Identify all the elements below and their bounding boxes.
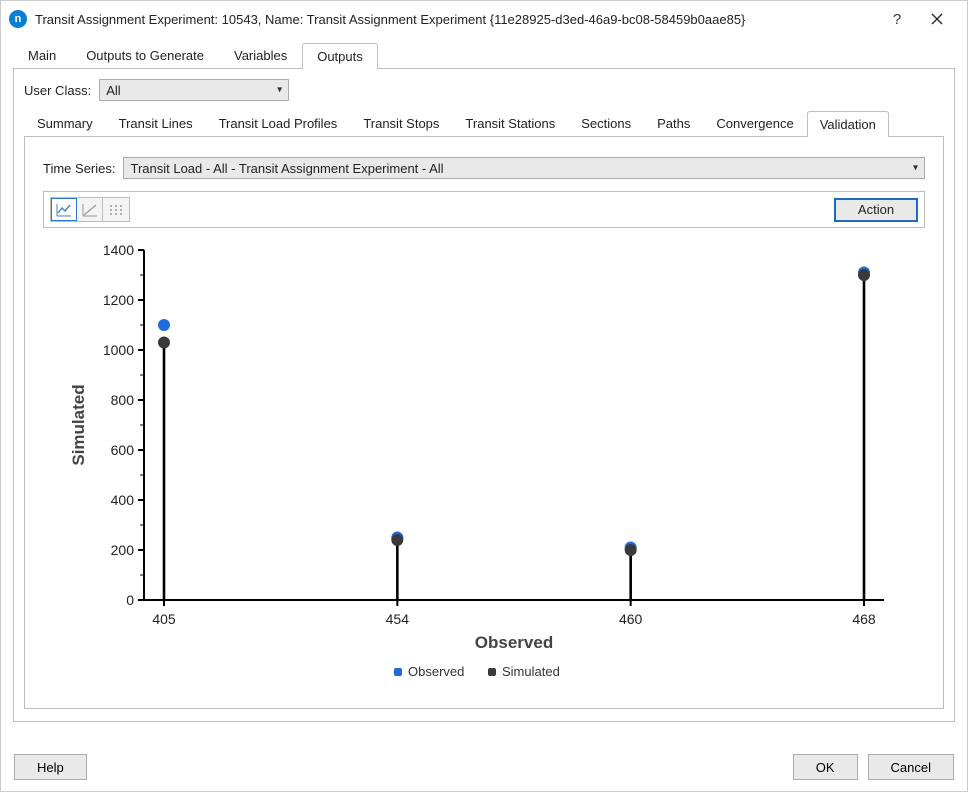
svg-text:1400: 1400	[103, 242, 134, 258]
user-class-value: All	[106, 83, 120, 98]
time-series-select[interactable]: Transit Load - All - Transit Assignment …	[123, 157, 925, 179]
window-title: Transit Assignment Experiment: 10543, Na…	[35, 12, 877, 27]
chart-view-grid-button[interactable]	[103, 198, 129, 221]
inner-tab-transit-lines[interactable]: Transit Lines	[106, 110, 206, 136]
dialog-button-bar: Help OK Cancel	[0, 742, 968, 792]
chart-view-line-button[interactable]	[51, 198, 77, 221]
svg-text:Simulated: Simulated	[69, 384, 88, 465]
inner-tab-transit-load-profiles[interactable]: Transit Load Profiles	[206, 110, 351, 136]
outer-tab-variables[interactable]: Variables	[219, 42, 302, 68]
svg-text:0: 0	[126, 592, 134, 608]
svg-text:454: 454	[386, 611, 410, 627]
ok-button-label: OK	[816, 760, 835, 775]
outer-tab-outputs[interactable]: Outputs	[302, 43, 378, 69]
svg-text:400: 400	[111, 492, 135, 508]
close-window-button[interactable]	[917, 4, 957, 34]
inner-tab-validation[interactable]: Validation	[807, 111, 889, 137]
svg-text:600: 600	[111, 442, 135, 458]
scatter-chart-icon	[82, 203, 98, 217]
inner-tab-convergence[interactable]: Convergence	[703, 110, 806, 136]
help-window-button[interactable]: ?	[877, 4, 917, 34]
inner-tab-transit-stations[interactable]: Transit Stations	[452, 110, 568, 136]
time-series-label: Time Series:	[43, 161, 115, 176]
svg-text:1000: 1000	[103, 342, 134, 358]
inner-tab-summary[interactable]: Summary	[24, 110, 106, 136]
close-icon	[931, 13, 943, 25]
chart-view-icon-group	[50, 197, 130, 222]
svg-text:1200: 1200	[103, 292, 134, 308]
inner-tab-sections[interactable]: Sections	[568, 110, 644, 136]
outputs-panel: User Class: All ▾ SummaryTransit LinesTr…	[13, 69, 955, 722]
help-button-label: Help	[37, 760, 64, 775]
outer-tabs: MainOutputs to GenerateVariablesOutputs	[13, 41, 955, 69]
inner-tabs: SummaryTransit LinesTransit Load Profile…	[24, 109, 944, 137]
outer-tab-outputs-to-generate[interactable]: Outputs to Generate	[71, 42, 219, 68]
chart-view-scatter-button[interactable]	[77, 198, 103, 221]
validation-chart: 0 200 400 600 800 1000 1200 1400 405 454 460 468 Obs…	[43, 232, 925, 692]
help-button[interactable]: Help	[14, 754, 87, 780]
svg-text:Observed: Observed	[408, 664, 464, 679]
ok-button[interactable]: OK	[793, 754, 858, 780]
inner-tab-transit-stops[interactable]: Transit Stops	[350, 110, 452, 136]
svg-text:Observed: Observed	[475, 633, 553, 652]
user-class-select[interactable]: All ▾	[99, 79, 289, 101]
cancel-button-label: Cancel	[891, 760, 931, 775]
validation-panel: Time Series: Transit Load - All - Transi…	[24, 137, 944, 709]
cancel-button[interactable]: Cancel	[868, 754, 954, 780]
chevron-down-icon: ▾	[913, 163, 918, 174]
svg-text:200: 200	[111, 542, 135, 558]
grid-icon	[109, 204, 123, 216]
svg-text:800: 800	[111, 392, 135, 408]
line-chart-icon	[56, 203, 72, 217]
inner-tab-paths[interactable]: Paths	[644, 110, 703, 136]
action-button[interactable]: Action	[834, 198, 918, 222]
svg-text:468: 468	[852, 611, 876, 627]
outer-tab-main[interactable]: Main	[13, 42, 71, 68]
titlebar: n Transit Assignment Experiment: 10543, …	[1, 1, 967, 37]
svg-text:460: 460	[619, 611, 643, 627]
chevron-down-icon: ▾	[277, 85, 282, 96]
svg-text:405: 405	[152, 611, 176, 627]
user-class-label: User Class:	[24, 83, 91, 98]
time-series-value: Transit Load - All - Transit Assignment …	[130, 161, 443, 176]
chart-toolbar: Action	[43, 191, 925, 228]
action-button-label: Action	[858, 202, 894, 217]
chart-svg: 0 200 400 600 800 1000 1200 1400 405 454 460 468 Obs…	[43, 232, 925, 692]
app-logo-icon: n	[9, 10, 27, 28]
svg-text:Simulated: Simulated	[502, 664, 560, 679]
